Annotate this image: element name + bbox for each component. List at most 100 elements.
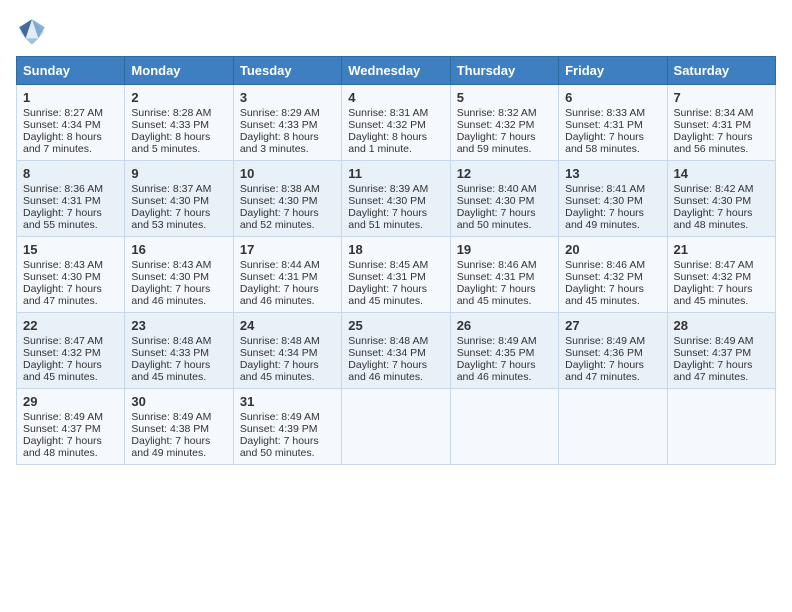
sunrise: Sunrise: 8:32 AM [457, 107, 537, 119]
calendar-day: 10Sunrise: 8:38 AMSunset: 4:30 PMDayligh… [233, 161, 341, 237]
sunrise: Sunrise: 8:39 AM [348, 183, 428, 195]
sunset: Sunset: 4:31 PM [674, 119, 752, 131]
col-header-friday: Friday [559, 57, 667, 85]
daylight: Daylight: 7 hours and 47 minutes. [674, 359, 753, 383]
calendar-day: 5Sunrise: 8:32 AMSunset: 4:32 PMDaylight… [450, 85, 558, 161]
daylight: Daylight: 8 hours and 3 minutes. [240, 131, 319, 155]
sunset: Sunset: 4:32 PM [457, 119, 535, 131]
sunrise: Sunrise: 8:49 AM [565, 335, 645, 347]
calendar-table: SundayMondayTuesdayWednesdayThursdayFrid… [16, 56, 776, 465]
sunrise: Sunrise: 8:33 AM [565, 107, 645, 119]
daylight: Daylight: 7 hours and 45 minutes. [674, 283, 753, 307]
sunset: Sunset: 4:31 PM [23, 195, 101, 207]
day-number: 3 [240, 90, 335, 105]
calendar-day: 1Sunrise: 8:27 AMSunset: 4:34 PMDaylight… [17, 85, 125, 161]
day-number: 29 [23, 394, 118, 409]
calendar-day: 25Sunrise: 8:48 AMSunset: 4:34 PMDayligh… [342, 313, 450, 389]
calendar-day: 12Sunrise: 8:40 AMSunset: 4:30 PMDayligh… [450, 161, 558, 237]
sunset: Sunset: 4:30 PM [565, 195, 643, 207]
daylight: Daylight: 7 hours and 49 minutes. [565, 207, 644, 231]
sunset: Sunset: 4:30 PM [131, 195, 209, 207]
daylight: Daylight: 7 hours and 58 minutes. [565, 131, 644, 155]
day-number: 9 [131, 166, 226, 181]
sunset: Sunset: 4:31 PM [240, 271, 318, 283]
calendar-day [342, 389, 450, 465]
calendar-day: 7Sunrise: 8:34 AMSunset: 4:31 PMDaylight… [667, 85, 775, 161]
daylight: Daylight: 7 hours and 48 minutes. [23, 435, 102, 459]
daylight: Daylight: 7 hours and 52 minutes. [240, 207, 319, 231]
sunset: Sunset: 4:32 PM [674, 271, 752, 283]
calendar-day: 2Sunrise: 8:28 AMSunset: 4:33 PMDaylight… [125, 85, 233, 161]
sunset: Sunset: 4:30 PM [457, 195, 535, 207]
sunrise: Sunrise: 8:38 AM [240, 183, 320, 195]
calendar-day: 16 Sunrise: 8:43 AMSunset: 4:30 PMDayligh… [125, 237, 233, 313]
calendar-day: 26Sunrise: 8:49 AMSunset: 4:35 PMDayligh… [450, 313, 558, 389]
sunrise: Sunrise: 8:48 AM [131, 335, 211, 347]
day-number: 19 [457, 242, 552, 257]
day-number: 8 [23, 166, 118, 181]
calendar-day: 18Sunrise: 8:45 AMSunset: 4:31 PMDayligh… [342, 237, 450, 313]
daylight: Daylight: 7 hours and 46 minutes. [240, 283, 319, 307]
sunrise: Sunrise: 8:46 AM [565, 259, 645, 271]
sunrise: Sunrise: 8:48 AM [240, 335, 320, 347]
sunset: Sunset: 4:33 PM [240, 119, 318, 131]
sunset: Sunset: 4:34 PM [23, 119, 101, 131]
calendar-day: 11Sunrise: 8:39 AMSunset: 4:30 PMDayligh… [342, 161, 450, 237]
daylight: Daylight: 7 hours and 47 minutes. [23, 283, 102, 307]
sunrise: Sunrise: 8:49 AM [674, 335, 754, 347]
day-number: 4 [348, 90, 443, 105]
sunrise: Sunrise: 8:49 AM [240, 411, 320, 423]
calendar-day: 27Sunrise: 8:49 AMSunset: 4:36 PMDayligh… [559, 313, 667, 389]
calendar-day: 6Sunrise: 8:33 AMSunset: 4:31 PMDaylight… [559, 85, 667, 161]
calendar-day: 17Sunrise: 8:44 AMSunset: 4:31 PMDayligh… [233, 237, 341, 313]
daylight: Daylight: 7 hours and 45 minutes. [565, 283, 644, 307]
sunrise: Sunrise: 8:47 AM [674, 259, 754, 271]
col-header-sunday: Sunday [17, 57, 125, 85]
daylight: Daylight: 7 hours and 50 minutes. [457, 207, 536, 231]
daylight: Daylight: 7 hours and 45 minutes. [240, 359, 319, 383]
day-number: 18 [348, 242, 443, 257]
col-header-monday: Monday [125, 57, 233, 85]
sunset: Sunset: 4:33 PM [131, 347, 209, 359]
calendar-week-3: 15Sunrise: 8:43 AMSunset: 4:30 PMDayligh… [17, 237, 776, 313]
calendar-day: 13Sunrise: 8:41 AMSunset: 4:30 PMDayligh… [559, 161, 667, 237]
sunset: Sunset: 4:39 PM [240, 423, 318, 435]
daylight: Daylight: 7 hours and 45 minutes. [348, 283, 427, 307]
sunrise: Sunrise: 8:27 AM [23, 107, 103, 119]
daylight: Daylight: 7 hours and 46 minutes. [348, 359, 427, 383]
daylight: Daylight: 8 hours and 5 minutes. [131, 131, 210, 155]
col-header-wednesday: Wednesday [342, 57, 450, 85]
daylight: Daylight: 7 hours and 56 minutes. [674, 131, 753, 155]
sunrise: Sunrise: 8:47 AM [23, 335, 103, 347]
sunset: Sunset: 4:30 PM [131, 271, 209, 283]
sunrise: Sunrise: 8:34 AM [674, 107, 754, 119]
col-header-thursday: Thursday [450, 57, 558, 85]
daylight: Daylight: 8 hours and 1 minute. [348, 131, 427, 155]
calendar-day: 23Sunrise: 8:48 AMSunset: 4:33 PMDayligh… [125, 313, 233, 389]
daylight: Daylight: 7 hours and 53 minutes. [131, 207, 210, 231]
sunrise: Sunrise: 8:49 AM [457, 335, 537, 347]
day-number: 1 [23, 90, 118, 105]
sunrise: Sunrise: 8:43 AM [131, 259, 211, 271]
sunset: Sunset: 4:35 PM [457, 347, 535, 359]
daylight: Daylight: 7 hours and 45 minutes. [457, 283, 536, 307]
daylight: Daylight: 7 hours and 47 minutes. [565, 359, 644, 383]
sunset: Sunset: 4:37 PM [674, 347, 752, 359]
day-number: 23 [131, 318, 226, 333]
calendar-day: 24Sunrise: 8:48 AMSunset: 4:34 PMDayligh… [233, 313, 341, 389]
calendar-week-1: 1 Sunrise: 8:27 AMSunset: 4:34 PM Daylight… [17, 85, 776, 161]
sunset: Sunset: 4:30 PM [674, 195, 752, 207]
calendar-day: 30Sunrise: 8:49 AMSunset: 4:38 PMDayligh… [125, 389, 233, 465]
daylight: Daylight: 7 hours and 46 minutes. [131, 283, 210, 307]
sunset: Sunset: 4:32 PM [565, 271, 643, 283]
day-number: 6 [565, 90, 660, 105]
sunrise: Sunrise: 8:44 AM [240, 259, 320, 271]
sunrise: Sunrise: 8:28 AM [131, 107, 211, 119]
daylight: Daylight: 7 hours and 59 minutes. [457, 131, 536, 155]
day-number: 22 [23, 318, 118, 333]
calendar-day: 22Sunrise: 8:47 AMSunset: 4:32 PMDayligh… [17, 313, 125, 389]
sunset: Sunset: 4:32 PM [23, 347, 101, 359]
calendar-day: 20Sunrise: 8:46 AMSunset: 4:32 PMDayligh… [559, 237, 667, 313]
sunrise: Sunrise: 8:45 AM [348, 259, 428, 271]
day-number: 16 [131, 242, 226, 257]
